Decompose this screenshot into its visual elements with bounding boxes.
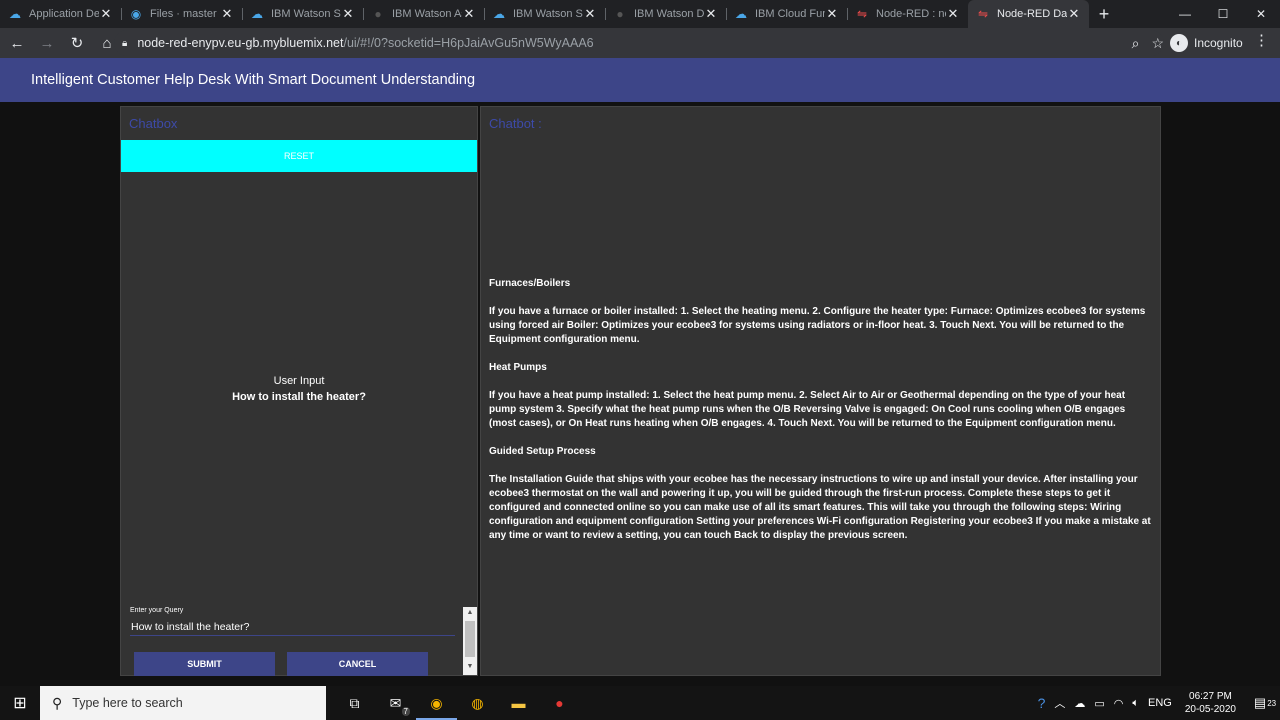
search-icon: ⚲ (52, 694, 63, 711)
address-bar[interactable]: 🔒︎ node-red-enypv.eu-gb.mybluemix.net/ui… (114, 30, 1164, 56)
response-heading-heat-pumps: Heat Pumps (489, 362, 547, 373)
maximize-icon[interactable]: ☐ (1204, 0, 1242, 28)
chatbot-panel: Chatbot : Furnaces/Boilers If you have a… (480, 106, 1161, 676)
clock-date: 20-05-2020 (1184, 704, 1236, 715)
browser-tab[interactable]: ☁ IBM Watson Se ✕ (484, 0, 605, 28)
app-header: Intelligent Customer Help Desk With Smar… (0, 58, 1280, 102)
chatbot-response: Furnaces/Boilers If you have a furnace o… (489, 277, 1153, 557)
chatbox-title: Chatbox (129, 116, 178, 131)
browser-tab[interactable]: ● IBM Watson Di ✕ (605, 0, 726, 28)
response-paragraph-guided-setup: The Installation Guide that ships with y… (489, 474, 1151, 541)
url-host: node-red-enypv.eu-gb.mybluemix.net (137, 36, 344, 50)
ibm-files-icon: ◉ (130, 7, 142, 21)
system-tray: ? ︿ ☁ ▭ ◠ 🔈︎ ENG 06:27 PM 20-05-2020 ▤ 23 (1038, 686, 1280, 720)
response-paragraph-heat-pumps: If you have a heat pump installed: 1. Se… (489, 390, 1126, 429)
incognito-indicator[interactable]: ◐ Incognito (1170, 31, 1243, 55)
wifi-icon[interactable]: ◠ (1114, 697, 1124, 710)
ibm-cloud-icon: ☁ (735, 7, 747, 21)
node-red-icon: ⇋ (856, 7, 868, 21)
browser-tab[interactable]: ⇋ Node-RED : no ✕ (847, 0, 968, 28)
minimize-icon[interactable]: — (1166, 0, 1204, 28)
browser-tab[interactable]: ☁ IBM Watson Se ✕ (242, 0, 363, 28)
cancel-button[interactable]: CANCEL (287, 652, 428, 676)
task-view-icon[interactable]: ⧉ (334, 686, 375, 720)
ibm-cloud-icon: ☁ (251, 7, 263, 21)
notification-count: 23 (1267, 698, 1277, 708)
node-red-icon: ⇋ (977, 7, 989, 21)
url-path: /ui/#!/0?socketid=H6pJaiAvGu5nW5WyAAA6 (343, 36, 594, 50)
incognito-icon: ◐ (1170, 34, 1188, 52)
zoom-icon[interactable]: ⌕ (1132, 35, 1140, 52)
ibm-cloud-icon: ☁ (9, 7, 21, 21)
scroll-thumb[interactable] (465, 621, 475, 657)
taskbar-search-placeholder: Type here to search (72, 696, 183, 710)
watson-icon: ● (374, 7, 382, 21)
scroll-down-icon[interactable]: ▼ (463, 661, 477, 673)
browser-menu-icon[interactable]: ⋮ (1254, 31, 1269, 49)
browser-toolbar: ← → ↻ ⌂ 🔒︎ node-red-enypv.eu-gb.mybluemi… (0, 28, 1280, 58)
taskbar-search-box[interactable]: ⚲ Type here to search (40, 686, 326, 720)
browser-tab[interactable]: ☁ Application De ✕ (0, 0, 121, 28)
close-tab-icon[interactable]: ✕ (946, 6, 960, 22)
windows-taskbar: ⊞ ⚲ Type here to search ⧉ ✉ 7 ◉ ◍ ▬ ● ? ︿… (0, 686, 1280, 720)
response-paragraph-furnaces: If you have a furnace or boiler installe… (489, 306, 1146, 345)
browser-tab[interactable]: ◉ Files · master · ✕ (121, 0, 242, 28)
close-tab-icon[interactable]: ✕ (341, 6, 355, 22)
clock-time: 06:27 PM (1189, 691, 1232, 702)
battery-icon[interactable]: ▭ (1094, 697, 1104, 710)
language-indicator[interactable]: ENG (1148, 697, 1172, 709)
chatbot-title: Chatbot : (489, 116, 542, 131)
tray-expand-icon[interactable]: ︿ (1054, 695, 1065, 711)
close-tab-icon[interactable]: ✕ (583, 6, 597, 22)
brave-icon[interactable]: ◍ (457, 686, 498, 720)
query-input[interactable] (130, 618, 455, 636)
chrome-icon[interactable]: ◉ (416, 686, 457, 720)
help-icon[interactable]: ? (1038, 695, 1046, 711)
close-tab-icon[interactable]: ✕ (825, 6, 839, 22)
query-label: Enter your Query (130, 607, 184, 614)
close-tab-icon[interactable]: ✕ (704, 6, 718, 22)
back-icon[interactable]: ← (4, 30, 30, 56)
volume-icon[interactable]: 🔈︎ (1132, 697, 1139, 710)
close-window-icon[interactable]: ✕ (1242, 0, 1280, 28)
onedrive-icon[interactable]: ☁ (1074, 697, 1085, 710)
close-tab-icon[interactable]: ✕ (1067, 6, 1081, 22)
mail-icon[interactable]: ✉ 7 (375, 686, 416, 720)
user-input-value: How to install the heater? (232, 391, 366, 403)
chatbox-panel: Chatbox RESET User Input How to install … (120, 106, 478, 676)
file-explorer-icon[interactable]: ▬ (498, 686, 539, 720)
close-tab-icon[interactable]: ✕ (462, 6, 476, 22)
lock-icon: 🔒︎ (122, 37, 128, 49)
app-title: Intelligent Customer Help Desk With Smar… (31, 72, 476, 88)
window-controls: — ☐ ✕ (1166, 0, 1280, 28)
screen-recorder-icon[interactable]: ● (539, 686, 580, 720)
close-tab-icon[interactable]: ✕ (220, 6, 234, 22)
new-tab-button[interactable]: + (1089, 0, 1119, 28)
user-input-label: User Input (273, 375, 325, 387)
scroll-up-icon[interactable]: ▲ (463, 607, 477, 619)
response-heading-furnaces: Furnaces/Boilers (489, 278, 571, 289)
query-scrollbar[interactable]: ▲ ▼ (463, 607, 477, 675)
user-input-display: User Input How to install the heater? (121, 375, 477, 403)
browser-tab-bar: ☁ Application De ✕ ◉ Files · master · ✕ ☁ IBM… (0, 0, 1280, 28)
ibm-cloud-icon: ☁ (493, 7, 505, 21)
taskbar-apps: ⧉ ✉ 7 ◉ ◍ ▬ ● (334, 686, 580, 720)
browser-tab[interactable]: ☁ IBM Cloud Fun ✕ (726, 0, 847, 28)
submit-button[interactable]: SUBMIT (134, 652, 275, 676)
clock[interactable]: 06:27 PM 20-05-2020 (1185, 690, 1236, 716)
bookmark-star-icon[interactable]: ☆ (1151, 35, 1164, 52)
watson-icon: ● (616, 7, 624, 21)
query-area: Enter your Query (130, 607, 460, 636)
close-tab-icon[interactable]: ✕ (99, 6, 113, 22)
notification-icon[interactable]: ▤ 23 (1250, 686, 1280, 720)
windows-start-icon[interactable]: ⊞ (0, 686, 40, 720)
mail-badge: 7 (401, 707, 410, 716)
reset-button[interactable]: RESET (121, 140, 477, 172)
response-heading-guided-setup: Guided Setup Process (489, 446, 596, 457)
reload-icon[interactable]: ↻ (64, 30, 90, 56)
browser-tab-active[interactable]: ⇋ Node-RED Das ✕ (968, 0, 1089, 28)
forward-icon[interactable]: → (34, 30, 60, 56)
browser-tab[interactable]: ● IBM Watson As ✕ (363, 0, 484, 28)
